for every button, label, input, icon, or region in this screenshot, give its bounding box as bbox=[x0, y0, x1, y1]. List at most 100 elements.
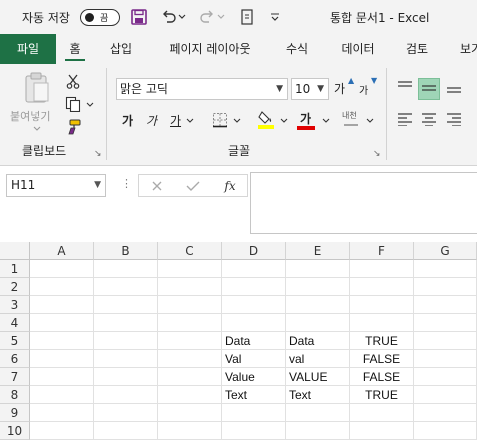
fill-color-icon[interactable] bbox=[256, 108, 276, 130]
align-center-icon[interactable] bbox=[418, 108, 440, 130]
cell-a6[interactable] bbox=[30, 350, 94, 368]
cell-b8[interactable] bbox=[94, 386, 158, 404]
cell-e8[interactable]: Text bbox=[286, 386, 350, 404]
font-color-button[interactable]: 가 bbox=[300, 110, 311, 127]
align-top-icon[interactable] bbox=[394, 76, 416, 98]
cell-e7[interactable]: VALUE bbox=[286, 368, 350, 386]
tab-formulas[interactable]: 수식 bbox=[280, 34, 314, 64]
bold-button[interactable]: 가 bbox=[122, 112, 133, 129]
cell-b3[interactable] bbox=[94, 296, 158, 314]
name-box[interactable]: H11 ▼ bbox=[6, 174, 106, 197]
cell-d3[interactable] bbox=[222, 296, 286, 314]
align-right-icon[interactable] bbox=[443, 108, 465, 130]
redo-dropdown-icon[interactable] bbox=[216, 8, 226, 26]
row-header-1[interactable]: 1 bbox=[0, 260, 30, 278]
cell-c2[interactable] bbox=[158, 278, 222, 296]
cell-c5[interactable] bbox=[158, 332, 222, 350]
row-header-9[interactable]: 9 bbox=[0, 404, 30, 422]
cell-f8[interactable]: TRUE bbox=[350, 386, 414, 404]
cell-g9[interactable] bbox=[414, 404, 477, 422]
cell-c10[interactable] bbox=[158, 422, 222, 440]
column-header-f[interactable]: F bbox=[350, 242, 414, 260]
cell-d9[interactable] bbox=[222, 404, 286, 422]
font-size-dropdown-icon[interactable]: ▼ bbox=[317, 79, 324, 99]
insert-function-button[interactable]: fx bbox=[221, 177, 239, 195]
align-left-icon[interactable] bbox=[394, 108, 416, 130]
cell-b7[interactable] bbox=[94, 368, 158, 386]
row-header-7[interactable]: 7 bbox=[0, 368, 30, 386]
cell-g7[interactable] bbox=[414, 368, 477, 386]
tab-review[interactable]: 검토 bbox=[400, 34, 434, 64]
cell-b2[interactable] bbox=[94, 278, 158, 296]
row-header-6[interactable]: 6 bbox=[0, 350, 30, 368]
column-header-a[interactable]: A bbox=[30, 242, 94, 260]
tab-data[interactable]: 데이터 bbox=[336, 34, 380, 64]
cell-c6[interactable] bbox=[158, 350, 222, 368]
cell-b10[interactable] bbox=[94, 422, 158, 440]
touch-mode-icon[interactable] bbox=[238, 8, 256, 26]
cell-d7[interactable]: Value bbox=[222, 368, 286, 386]
cell-f9[interactable] bbox=[350, 404, 414, 422]
cell-g4[interactable] bbox=[414, 314, 477, 332]
cell-c3[interactable] bbox=[158, 296, 222, 314]
increase-font-size-button[interactable]: 가 bbox=[334, 80, 345, 97]
row-header-2[interactable]: 2 bbox=[0, 278, 30, 296]
cut-icon[interactable] bbox=[64, 72, 82, 90]
undo-icon[interactable] bbox=[160, 8, 178, 26]
paste-icon[interactable] bbox=[22, 70, 52, 106]
cell-f6[interactable]: FALSE bbox=[350, 350, 414, 368]
cancel-entry-icon[interactable] bbox=[149, 178, 165, 194]
column-header-e[interactable]: E bbox=[286, 242, 350, 260]
cell-f5[interactable]: TRUE bbox=[350, 332, 414, 350]
cell-f3[interactable] bbox=[350, 296, 414, 314]
underline-dropdown-icon[interactable] bbox=[185, 116, 195, 126]
cell-a9[interactable] bbox=[30, 404, 94, 422]
tab-view[interactable]: 보기 bbox=[454, 34, 477, 64]
cell-e1[interactable] bbox=[286, 260, 350, 278]
cell-b5[interactable] bbox=[94, 332, 158, 350]
cell-b6[interactable] bbox=[94, 350, 158, 368]
tab-page-layout[interactable]: 페이지 레이아웃 bbox=[160, 34, 260, 64]
cell-e10[interactable] bbox=[286, 422, 350, 440]
italic-button[interactable]: 가 bbox=[146, 112, 157, 129]
row-header-8[interactable]: 8 bbox=[0, 386, 30, 404]
column-header-b[interactable]: B bbox=[94, 242, 158, 260]
cell-a7[interactable] bbox=[30, 368, 94, 386]
enter-entry-icon[interactable] bbox=[185, 178, 201, 194]
cell-f4[interactable] bbox=[350, 314, 414, 332]
borders-dropdown-icon[interactable] bbox=[232, 116, 242, 126]
cell-d2[interactable] bbox=[222, 278, 286, 296]
cell-b4[interactable] bbox=[94, 314, 158, 332]
cell-e2[interactable] bbox=[286, 278, 350, 296]
customize-qat-icon[interactable] bbox=[266, 8, 284, 26]
row-header-3[interactable]: 3 bbox=[0, 296, 30, 314]
cell-f1[interactable] bbox=[350, 260, 414, 278]
copy-icon[interactable] bbox=[64, 95, 82, 113]
cell-c1[interactable] bbox=[158, 260, 222, 278]
cell-d4[interactable] bbox=[222, 314, 286, 332]
redo-icon[interactable] bbox=[198, 8, 216, 26]
tab-insert[interactable]: 삽입 bbox=[104, 34, 138, 64]
cell-g3[interactable] bbox=[414, 296, 477, 314]
column-header-c[interactable]: C bbox=[158, 242, 222, 260]
cell-g2[interactable] bbox=[414, 278, 477, 296]
format-painter-icon[interactable] bbox=[64, 118, 82, 136]
save-icon[interactable] bbox=[130, 8, 148, 26]
formula-input[interactable] bbox=[250, 172, 477, 234]
cell-g10[interactable] bbox=[414, 422, 477, 440]
borders-icon[interactable] bbox=[210, 110, 230, 130]
underline-button[interactable]: 가 bbox=[170, 112, 181, 129]
cell-e6[interactable]: val bbox=[286, 350, 350, 368]
cell-d6[interactable]: Val bbox=[222, 350, 286, 368]
cell-e4[interactable] bbox=[286, 314, 350, 332]
cell-f2[interactable] bbox=[350, 278, 414, 296]
paste-dropdown-icon[interactable] bbox=[32, 124, 42, 134]
cell-c9[interactable] bbox=[158, 404, 222, 422]
fill-color-dropdown-icon[interactable] bbox=[279, 116, 289, 126]
undo-dropdown-icon[interactable] bbox=[177, 8, 187, 26]
cell-g6[interactable] bbox=[414, 350, 477, 368]
align-middle-icon[interactable] bbox=[418, 78, 440, 100]
column-header-d[interactable]: D bbox=[222, 242, 286, 260]
cell-g5[interactable] bbox=[414, 332, 477, 350]
font-color-dropdown-icon[interactable] bbox=[321, 116, 331, 126]
